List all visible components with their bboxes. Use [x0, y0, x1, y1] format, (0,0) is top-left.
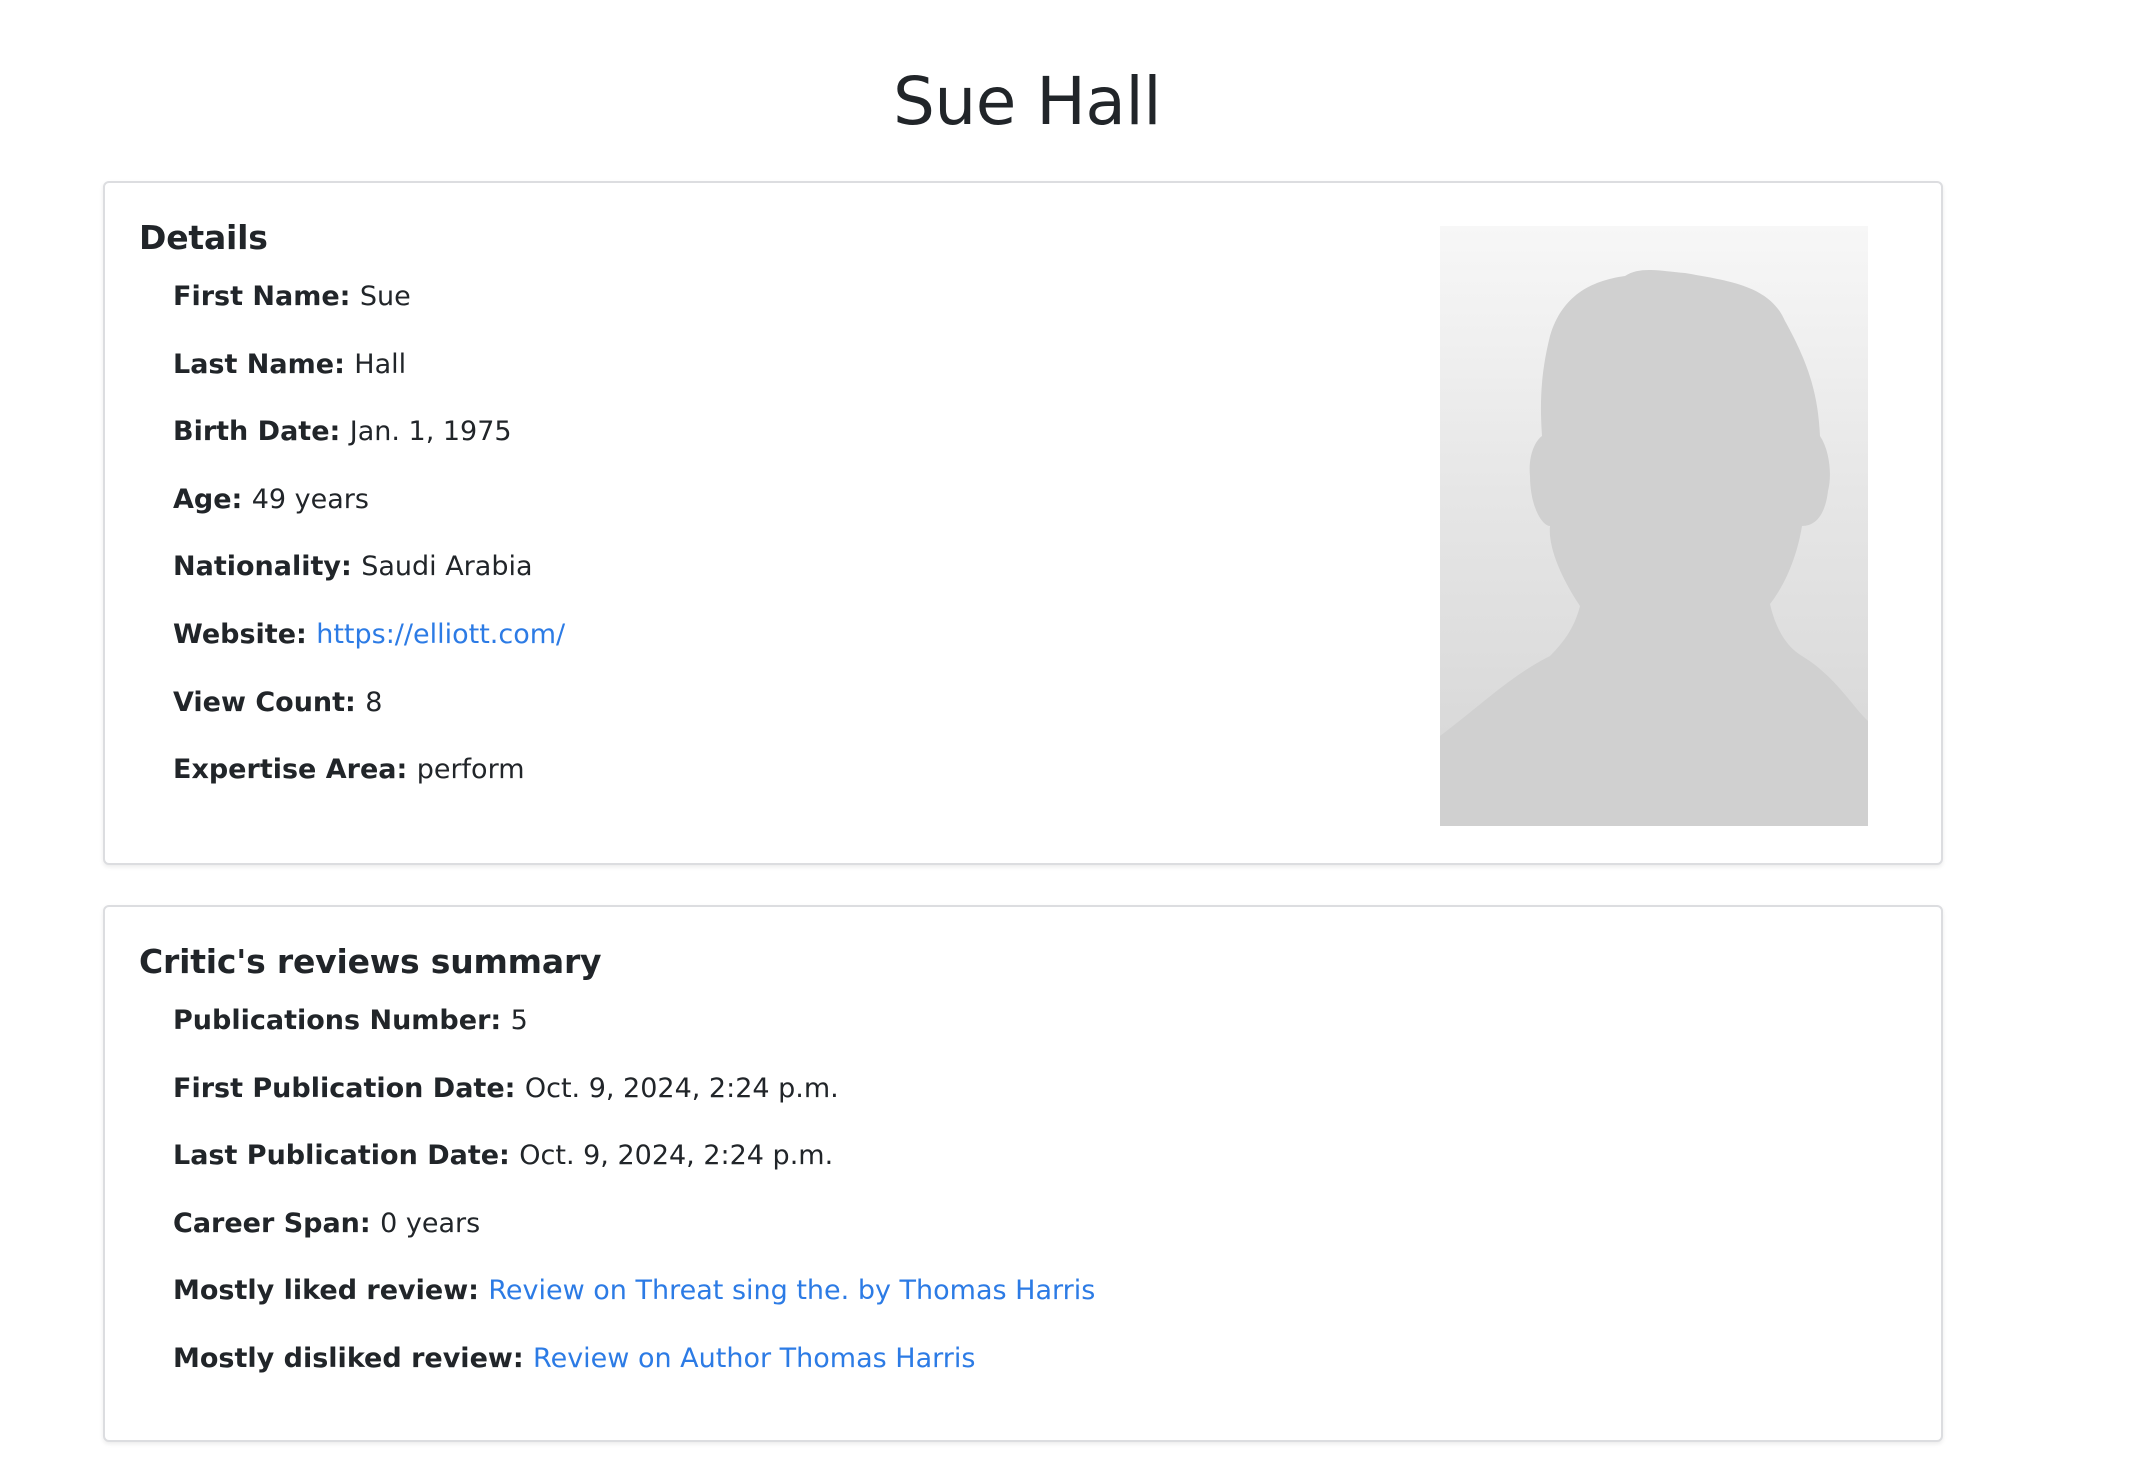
- mostly-liked-review-field: Mostly liked review: Review on Threat si…: [173, 1271, 1095, 1339]
- last-publication-date-value: Oct. 9, 2024, 2:24 p.m.: [519, 1140, 834, 1172]
- details-card: Details First Name: Sue Last Name: Hall …: [103, 181, 1943, 865]
- field-label: Mostly liked review:: [173, 1275, 489, 1307]
- mostly-disliked-review-link[interactable]: Review on Author Thomas Harris: [533, 1343, 975, 1374]
- field-label: First Name:: [173, 281, 360, 312]
- birth-date-value: Jan. 1, 1975: [349, 416, 512, 448]
- details-heading: Details: [139, 218, 268, 257]
- profile-photo: [1440, 226, 1868, 826]
- last-name-field: Last Name: Hall: [173, 345, 565, 413]
- field-label: Birth Date:: [173, 416, 350, 448]
- career-span-field: Career Span: 0 years: [173, 1204, 1095, 1272]
- field-label: Mostly disliked review:: [173, 1342, 534, 1374]
- mostly-disliked-review-field: Mostly disliked review: Review on Author…: [173, 1339, 1095, 1407]
- first-name-field: First Name: Sue: [173, 277, 565, 345]
- person-silhouette-icon: [1440, 269, 1868, 826]
- first-publication-date-field: First Publication Date: Oct. 9, 2024, 2:…: [173, 1069, 1095, 1137]
- field-label: Website:: [173, 618, 317, 650]
- last-name-value: Hall: [354, 348, 407, 380]
- publications-number-field: Publications Number: 5: [173, 1001, 1095, 1069]
- first-name-value: Sue: [359, 281, 411, 312]
- field-label: Nationality:: [173, 551, 362, 583]
- nationality-value: Saudi Arabia: [361, 551, 533, 583]
- field-label: Expertise Area:: [173, 754, 417, 786]
- birth-date-field: Birth Date: Jan. 1, 1975: [173, 412, 565, 480]
- expertise-area-value: perform: [416, 754, 525, 786]
- nationality-field: Nationality: Saudi Arabia: [173, 547, 565, 615]
- field-label: View Count:: [173, 686, 366, 718]
- last-publication-date-field: Last Publication Date: Oct. 9, 2024, 2:2…: [173, 1136, 1095, 1204]
- publications-number-value: 5: [510, 1005, 528, 1036]
- details-field-list: First Name: Sue Last Name: Hall Birth Da…: [173, 277, 565, 818]
- field-label: First Publication Date:: [173, 1072, 525, 1104]
- mostly-liked-review-link[interactable]: Review on Threat sing the. by Thomas Har…: [488, 1275, 1095, 1306]
- field-label: Last Name:: [173, 348, 355, 380]
- reviews-summary-card: Critic's reviews summary Publications Nu…: [103, 905, 1943, 1442]
- field-label: Career Span:: [173, 1207, 381, 1239]
- field-label: Publications Number:: [173, 1005, 511, 1036]
- reviews-summary-heading: Critic's reviews summary: [139, 942, 602, 981]
- website-link[interactable]: https://elliott.com/: [316, 619, 565, 650]
- page-title: Sue Hall: [892, 63, 1162, 140]
- view-count-field: View Count: 8: [173, 683, 565, 751]
- website-field: Website: https://elliott.com/: [173, 615, 565, 683]
- view-count-value: 8: [365, 686, 383, 718]
- age-field: Age: 49 years: [173, 480, 565, 548]
- career-span-value: 0 years: [380, 1207, 481, 1239]
- field-label: Last Publication Date:: [173, 1140, 520, 1172]
- first-publication-date-value: Oct. 9, 2024, 2:24 p.m.: [524, 1072, 839, 1104]
- age-value: 49 years: [251, 483, 369, 515]
- field-label: Age:: [173, 483, 252, 515]
- reviews-field-list: Publications Number: 5 First Publication…: [173, 1001, 1095, 1407]
- expertise-area-field: Expertise Area: perform: [173, 750, 565, 818]
